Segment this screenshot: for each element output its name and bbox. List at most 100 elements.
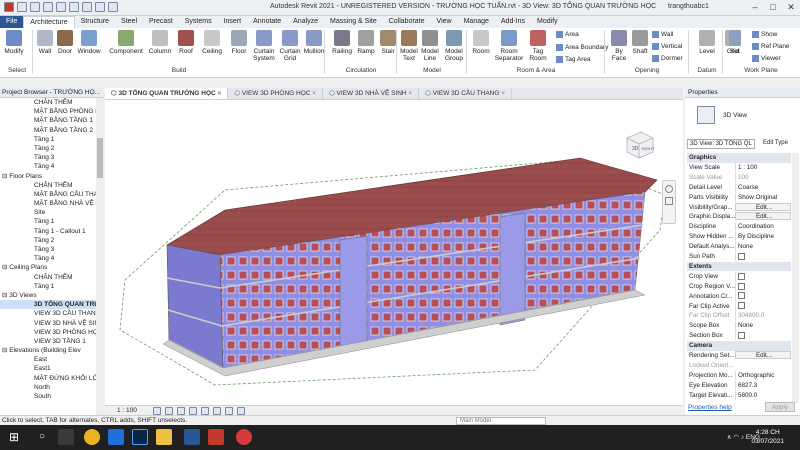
close-tab-icon[interactable]: × — [407, 90, 412, 97]
ribbon-button-door[interactable]: Door — [56, 30, 74, 55]
undo-icon[interactable] — [43, 2, 53, 12]
ribbon-button-ramp[interactable]: Ramp — [356, 30, 376, 55]
apply-button[interactable]: Apply — [765, 402, 795, 412]
ribbon-small-area[interactable]: Area — [556, 31, 579, 38]
ribbon-button-room[interactable]: Room — [470, 30, 492, 55]
property-checkbox[interactable] — [738, 282, 745, 290]
redo-icon[interactable] — [56, 2, 66, 12]
property-group[interactable]: Graphics — [687, 153, 791, 163]
browser-item[interactable]: Tầng 3 — [0, 245, 96, 254]
ribbon-button-window[interactable]: Window — [76, 30, 102, 55]
browser-item[interactable]: Tầng 2 — [0, 144, 96, 153]
windows-start-icon[interactable]: ⊞ — [6, 429, 22, 445]
ribbon-button-ceiling[interactable]: Ceiling — [200, 30, 224, 55]
browser-item[interactable]: VIEW 3D PHÒNG HỌC — [0, 328, 96, 337]
ribbon-small-vertical[interactable]: Vertical — [652, 43, 682, 50]
browser-item[interactable]: Tầng 4 — [0, 162, 96, 171]
ribbon-button-level[interactable]: Level — [696, 30, 718, 55]
photoshop-icon[interactable] — [132, 429, 148, 445]
ribbon-small-ref-plane[interactable]: Ref Plane — [752, 43, 790, 50]
wifi-icon[interactable]: ◠ — [733, 434, 739, 441]
browser-item[interactable]: VIEW 3D CẦU THANG — [0, 309, 96, 318]
ribbon-tab-insert[interactable]: Insert — [218, 16, 248, 28]
view-tab-view-3d-nha-ve-sinh[interactable]: ⬡ VIEW 3D NHÀ VỆ SINH × — [323, 88, 420, 99]
close-tab-icon[interactable]: × — [310, 90, 316, 97]
property-group[interactable]: Camera — [687, 341, 791, 351]
browser-item[interactable]: ⊟ Ceiling Plans — [0, 263, 96, 272]
ribbon-button-column[interactable]: Column — [148, 30, 172, 55]
browser-item[interactable]: VIEW 3D NHÀ VỆ SIN — [0, 319, 96, 328]
property-value[interactable]: 1 : 100 — [735, 162, 791, 172]
revit-logo-icon[interactable] — [4, 2, 14, 12]
browser-item[interactable]: ⊟ 3D Views — [0, 291, 96, 300]
instance-selector[interactable]: 3D View: 3D TỔNG QL — [687, 139, 755, 149]
ribbon-tab-file[interactable]: File — [0, 16, 24, 28]
user-name[interactable]: trangthuabc1 — [668, 3, 709, 10]
ribbon-button-floor[interactable]: Floor — [228, 30, 250, 55]
browser-item[interactable]: MẶT ĐỨNG KHỐI LỚ — [0, 374, 96, 383]
steering-wheel-icon[interactable] — [665, 185, 673, 193]
edge-icon[interactable] — [108, 429, 124, 445]
property-edit-button[interactable]: Edit... — [735, 351, 791, 359]
browser-item[interactable]: Tầng 4 — [0, 254, 96, 263]
ribbon-small-area-boundary[interactable]: Area Boundary — [556, 44, 608, 51]
zoom-icon[interactable] — [665, 197, 673, 205]
property-edit-button[interactable]: Edit... — [735, 202, 791, 211]
browser-item[interactable]: VIEW 3D TẦNG 1 — [0, 337, 96, 346]
property-value[interactable]: Coordination — [735, 222, 791, 232]
property-checkbox[interactable] — [738, 332, 745, 340]
ribbon-tab-annotate[interactable]: Annotate — [247, 16, 287, 28]
property-value[interactable]: By Discipline — [735, 232, 791, 242]
browser-item[interactable]: Tầng 1 — [0, 282, 96, 291]
lock-view-icon[interactable] — [225, 407, 233, 415]
properties-help-link[interactable]: Properties help — [688, 404, 732, 411]
browser-item[interactable]: Tầng 2 — [0, 236, 96, 245]
edit-type-button[interactable]: Edit Type — [763, 140, 788, 146]
crop-view-icon[interactable] — [213, 407, 221, 415]
close-tab-icon[interactable]: × — [216, 90, 222, 97]
minimize-icon[interactable]: – — [746, 0, 764, 15]
sun-path-icon[interactable] — [177, 407, 185, 415]
browser-item[interactable]: MẶT BẰNG PHÒNG H — [0, 107, 96, 116]
ribbon-tab-add-ins[interactable]: Add-Ins — [495, 16, 531, 28]
browser-item[interactable]: 3D TỔNG QUAN TRƯ — [0, 300, 96, 310]
view-tab-3d-tong-quan-truong-hoc[interactable]: ⬡ 3D TỔNG QUAN TRƯỜNG HỌC × — [105, 88, 229, 99]
property-value[interactable]: None — [735, 242, 791, 252]
property-checkbox[interactable] — [738, 292, 745, 300]
maximize-icon[interactable]: □ — [764, 0, 782, 15]
view-tab-view-3d-phong-hoc[interactable]: ⬡ VIEW 3D PHÒNG HỌC × — [228, 88, 324, 99]
browser-item[interactable]: ⊟ Elevations (Building Elev — [0, 346, 96, 355]
search-icon[interactable]: ○ — [34, 429, 50, 445]
browser-item[interactable]: East1 — [0, 364, 96, 373]
project-browser-scrollbar[interactable] — [96, 98, 104, 420]
browser-item[interactable]: MẶT BẰNG CẦU THA — [0, 190, 96, 199]
ribbon-small-viewer[interactable]: Viewer — [752, 55, 781, 62]
ribbon-button-shaft[interactable]: Shaft — [630, 30, 650, 55]
ribbon-tab-massing-site[interactable]: Massing & Site — [324, 16, 383, 28]
close-tab-icon[interactable]: × — [499, 90, 505, 97]
browser-item[interactable]: ⊟ Floor Plans — [0, 172, 96, 181]
view-tab-view-3d-cau-thang[interactable]: ⬡ VIEW 3D CẦU THANG × — [419, 88, 513, 99]
text-icon[interactable] — [95, 2, 105, 12]
3d-view-canvas[interactable]: 3D RIGHT — [105, 100, 683, 405]
ribbon-tab-manage[interactable]: Manage — [458, 16, 495, 28]
ribbon-tab-view[interactable]: View — [431, 16, 458, 28]
ribbon-tab-analyze[interactable]: Analyze — [287, 16, 324, 28]
ribbon-button-tag-room[interactable]: Tag Room — [526, 30, 550, 62]
browser-item[interactable]: Tầng 1 — [0, 135, 96, 144]
browser-item[interactable]: CHÂN THÊM — [0, 98, 96, 107]
close-icon[interactable]: ✕ — [782, 0, 800, 15]
ribbon-button-set[interactable]: Set — [728, 30, 742, 55]
ribbon-button-curtain-grid[interactable]: Curtain Grid — [278, 30, 302, 62]
ribbon-button-railing[interactable]: Railing — [330, 30, 354, 55]
browser-item[interactable]: CHÂN THÊM — [0, 273, 96, 282]
measure-icon[interactable] — [82, 2, 92, 12]
hide-isolate-icon[interactable] — [237, 407, 245, 415]
property-value[interactable]: None — [735, 321, 791, 331]
property-group[interactable]: Extents — [687, 261, 791, 272]
ribbon-tab-architecture[interactable]: Architecture — [23, 16, 75, 28]
ribbon-tab-systems[interactable]: Systems — [179, 16, 218, 28]
property-value[interactable]: Coarse — [735, 182, 791, 192]
ribbon-button-wall[interactable]: Wall — [36, 30, 54, 55]
ribbon-button-stair[interactable]: Stair — [378, 30, 398, 55]
